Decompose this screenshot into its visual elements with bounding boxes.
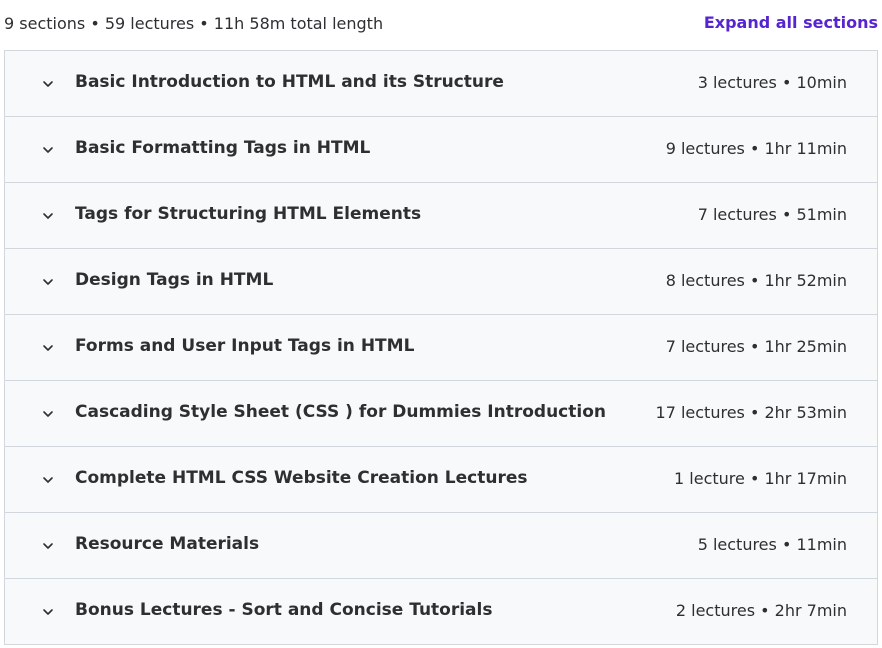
section-title: Forms and User Input Tags in HTML	[75, 336, 415, 356]
section-item[interactable]: Basic Introduction to HTML and its Struc…	[5, 51, 877, 117]
section-item[interactable]: Design Tags in HTML 8 lectures • 1hr 52m…	[5, 249, 877, 315]
chevron-down-icon	[41, 275, 55, 289]
section-meta: 3 lectures • 10min	[697, 73, 847, 92]
section-title: Basic Formatting Tags in HTML	[75, 138, 371, 158]
section-item[interactable]: Resource Materials 5 lectures • 11min	[5, 513, 877, 579]
chevron-down-icon	[41, 143, 55, 157]
section-meta: 1 lecture • 1hr 17min	[674, 469, 847, 488]
chevron-down-icon	[41, 473, 55, 487]
section-title: Resource Materials	[75, 534, 260, 554]
chevron-down-icon	[41, 407, 55, 421]
curriculum-header: 9 sections • 59 lectures • 11h 58m total…	[0, 0, 882, 50]
section-item[interactable]: Basic Formatting Tags in HTML 9 lectures…	[5, 117, 877, 183]
section-meta: 9 lectures • 1hr 11min	[665, 139, 847, 158]
expand-all-sections-button[interactable]: Expand all sections	[704, 13, 878, 32]
section-title: Basic Introduction to HTML and its Struc…	[75, 72, 504, 92]
section-item[interactable]: Bonus Lectures - Sort and Concise Tutori…	[5, 579, 877, 644]
course-summary: 9 sections • 59 lectures • 11h 58m total…	[4, 14, 384, 33]
section-meta: 5 lectures • 11min	[697, 535, 847, 554]
chevron-down-icon	[41, 77, 55, 91]
section-meta: 17 lectures • 2hr 53min	[655, 403, 847, 422]
chevron-down-icon	[41, 539, 55, 553]
chevron-down-icon	[41, 341, 55, 355]
section-title: Bonus Lectures - Sort and Concise Tutori…	[75, 600, 493, 620]
section-meta: 2 lectures • 2hr 7min	[675, 601, 847, 620]
section-title: Tags for Structuring HTML Elements	[75, 204, 422, 224]
section-meta: 8 lectures • 1hr 52min	[665, 271, 847, 290]
section-item[interactable]: Complete HTML CSS Website Creation Lectu…	[5, 447, 877, 513]
section-list: Basic Introduction to HTML and its Struc…	[4, 50, 878, 645]
section-title: Cascading Style Sheet (CSS ) for Dummies…	[75, 402, 606, 422]
section-title: Design Tags in HTML	[75, 270, 274, 290]
chevron-down-icon	[41, 209, 55, 223]
section-meta: 7 lectures • 1hr 25min	[665, 337, 847, 356]
section-item[interactable]: Tags for Structuring HTML Elements 7 lec…	[5, 183, 877, 249]
section-item[interactable]: Forms and User Input Tags in HTML 7 lect…	[5, 315, 877, 381]
section-meta: 7 lectures • 51min	[697, 205, 847, 224]
chevron-down-icon	[41, 605, 55, 619]
section-item[interactable]: Cascading Style Sheet (CSS ) for Dummies…	[5, 381, 877, 447]
section-title: Complete HTML CSS Website Creation Lectu…	[75, 468, 528, 488]
